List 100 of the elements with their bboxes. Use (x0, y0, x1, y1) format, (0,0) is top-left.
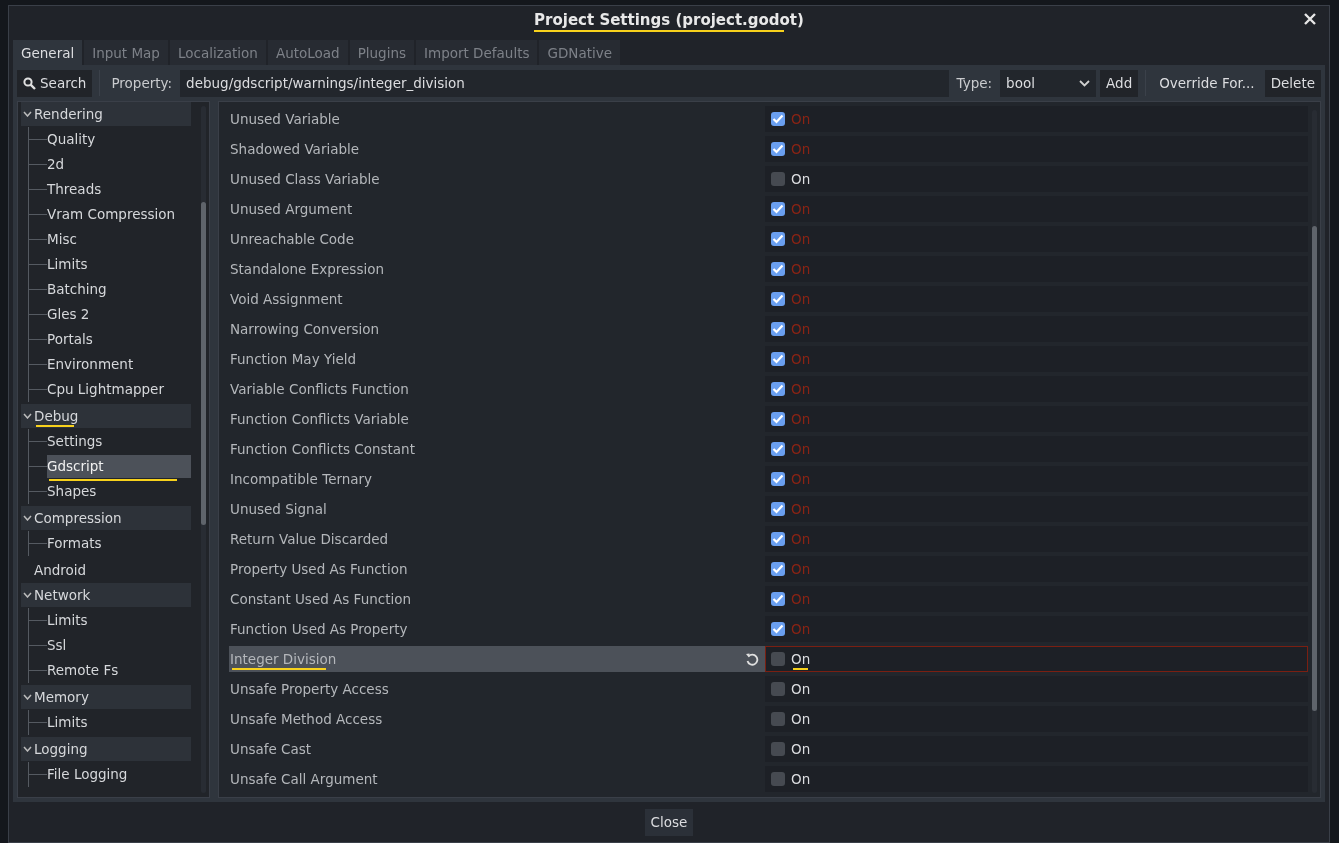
property-label[interactable]: Shadowed Variable (229, 136, 765, 162)
property-value-field[interactable]: On (765, 736, 1308, 762)
add-button[interactable]: Add (1100, 69, 1139, 97)
tree-item[interactable]: File Logging (47, 763, 191, 786)
property-field[interactable]: debug/gdscript/warnings/integer_division (180, 69, 949, 97)
checkbox-icon[interactable] (771, 772, 785, 786)
property-label[interactable]: Unsafe Property Access (229, 676, 765, 702)
tree-item[interactable]: Android (21, 558, 191, 582)
tree-item[interactable]: Rendering (21, 102, 191, 126)
property-value-field[interactable]: On (765, 766, 1308, 792)
property-value-field[interactable]: On (765, 706, 1308, 732)
tree-item[interactable]: Memory (21, 685, 191, 709)
tab[interactable]: Input Map (84, 40, 168, 65)
checkbox-icon[interactable] (771, 112, 785, 126)
override-button[interactable]: Override For... (1153, 69, 1261, 97)
property-label[interactable]: Unsafe Call Argument (229, 766, 765, 792)
checkbox-icon[interactable] (771, 262, 785, 276)
search-button[interactable]: Search (17, 69, 93, 97)
tree-item[interactable]: Network (21, 583, 191, 607)
property-label[interactable]: Constant Used As Function (229, 586, 765, 612)
tree-item[interactable]: Remote Fs (47, 659, 191, 682)
tree-item[interactable]: Batching (47, 278, 191, 301)
tab[interactable]: Plugins (349, 40, 414, 65)
tree-item[interactable]: Quality (47, 128, 191, 151)
property-value-field[interactable]: On (765, 676, 1308, 702)
close-icon[interactable] (1303, 12, 1317, 26)
property-label[interactable]: Unreachable Code (229, 226, 765, 252)
tree-item[interactable]: Ssl (47, 634, 191, 657)
checkbox-icon[interactable] (771, 292, 785, 306)
property-label[interactable]: Narrowing Conversion (229, 316, 765, 342)
checkbox-icon[interactable] (771, 562, 785, 576)
checkbox-icon[interactable] (771, 352, 785, 366)
property-value-field[interactable]: On (765, 646, 1308, 672)
checkbox-icon[interactable] (771, 712, 785, 726)
tree-item[interactable]: Limits (47, 253, 191, 276)
type-label: Type: (956, 75, 993, 91)
type-dropdown[interactable]: bool (1000, 69, 1097, 97)
tree-item[interactable]: Settings (47, 430, 191, 453)
property-label[interactable]: Property Used As Function (229, 556, 765, 582)
property-label[interactable]: Unsafe Cast (229, 736, 765, 762)
checkbox-icon[interactable] (771, 412, 785, 426)
property-label[interactable]: Variable Conflicts Function (229, 376, 765, 402)
checkbox-icon[interactable] (771, 592, 785, 606)
tree-item[interactable]: Logging (21, 737, 191, 761)
checkbox-icon[interactable] (771, 622, 785, 636)
property-label[interactable]: Unused Signal (229, 496, 765, 522)
property-value-field[interactable]: On (765, 166, 1308, 192)
checkbox-icon[interactable] (771, 202, 785, 216)
checkbox-icon[interactable] (771, 322, 785, 336)
tab[interactable]: Import Defaults (416, 40, 538, 65)
delete-button[interactable]: Delete (1264, 69, 1321, 97)
tree-item[interactable]: Vram Compression (47, 203, 191, 226)
property-label[interactable]: Unused Argument (229, 196, 765, 222)
tree-item[interactable]: Misc (47, 228, 191, 251)
property-label[interactable]: Unused Variable (229, 106, 765, 132)
checkbox-icon[interactable] (771, 172, 785, 186)
checkbox-icon[interactable] (771, 442, 785, 456)
tab[interactable]: AutoLoad (267, 40, 348, 65)
tab[interactable]: Localization (169, 40, 266, 65)
checkbox-icon[interactable] (771, 232, 785, 246)
tab[interactable]: General (13, 40, 83, 65)
tree-item[interactable]: 2d (47, 153, 191, 176)
scrollbar[interactable] (1312, 110, 1317, 793)
tree-item[interactable]: Formats (47, 532, 191, 555)
property-label[interactable]: Incompatible Ternary (229, 466, 765, 492)
scrollbar[interactable] (201, 106, 206, 793)
property-label[interactable]: Unused Class Variable (229, 166, 765, 192)
tree-item[interactable]: Gdscript (47, 455, 191, 478)
revert-icon[interactable] (745, 652, 759, 666)
checkbox-icon[interactable] (771, 652, 785, 666)
checkbox-icon[interactable] (771, 742, 785, 756)
property-label[interactable]: Function Conflicts Constant (229, 436, 765, 462)
tree-item[interactable]: Threads (47, 178, 191, 201)
property-label[interactable]: Function Conflicts Variable (229, 406, 765, 432)
tree-item[interactable]: Debug (21, 404, 191, 428)
property-label[interactable]: Function May Yield (229, 346, 765, 372)
checkbox-icon[interactable] (771, 502, 785, 516)
tree-item[interactable]: Gles 2 (47, 303, 191, 326)
property-label[interactable]: Unsafe Method Access (229, 706, 765, 732)
caret-icon (1079, 79, 1091, 87)
checkbox-icon[interactable] (771, 382, 785, 396)
chevron-icon (23, 111, 32, 117)
tree-item[interactable]: Shapes (47, 480, 191, 503)
checkbox-icon[interactable] (771, 682, 785, 696)
property-label[interactable]: Integer Division (229, 646, 765, 672)
tree-item[interactable]: Compression (21, 506, 191, 530)
checkbox-icon[interactable] (771, 142, 785, 156)
tree-item[interactable]: Environment (47, 353, 191, 376)
property-label[interactable]: Standalone Expression (229, 256, 765, 282)
tree-item[interactable]: Limits (47, 711, 191, 734)
tree-item[interactable]: Portals (47, 328, 191, 351)
property-label[interactable]: Return Value Discarded (229, 526, 765, 552)
tree-item[interactable]: Limits (47, 609, 191, 632)
close-button[interactable]: Close (644, 808, 694, 836)
tab[interactable]: GDNative (539, 40, 621, 65)
checkbox-icon[interactable] (771, 532, 785, 546)
property-label[interactable]: Void Assignment (229, 286, 765, 312)
tree-item[interactable]: Cpu Lightmapper (47, 378, 191, 401)
checkbox-icon[interactable] (771, 472, 785, 486)
property-label[interactable]: Function Used As Property (229, 616, 765, 642)
